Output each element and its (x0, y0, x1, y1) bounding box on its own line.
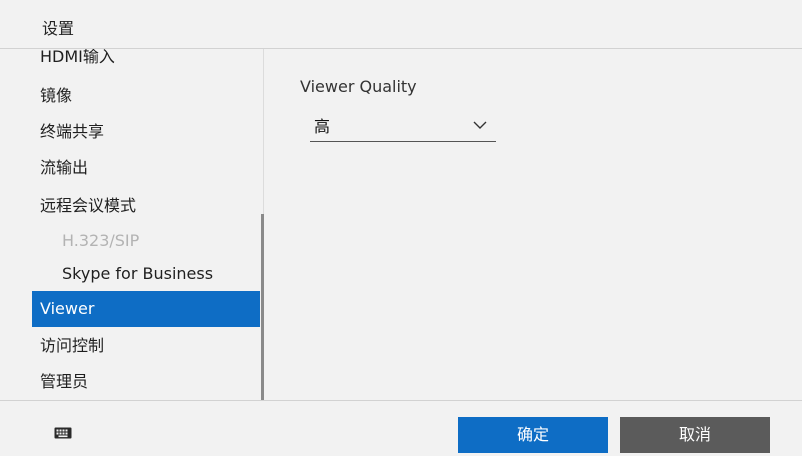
sidebar-item-h323-sip: H.323/SIP (62, 231, 140, 250)
chevron-down-icon (472, 115, 488, 135)
viewer-settings-panel: Viewer Quality 高 (300, 49, 780, 400)
sidebar-item-skype-for-business[interactable]: Skype for Business (32, 256, 260, 292)
sidebar-item-administrator[interactable]: 管理员 (32, 364, 260, 400)
sidebar-item-remote-meeting-mode[interactable]: 远程会议模式 (32, 188, 260, 224)
sidebar-item-viewer[interactable]: Viewer (32, 291, 260, 327)
sidebar-item-mirroring[interactable]: 镜像 (32, 78, 260, 114)
sidebar-item-terminal-sharing[interactable]: 终端共享 (32, 114, 260, 150)
keyboard-icon[interactable] (54, 425, 72, 439)
sidebar-item-access-control[interactable]: 访问控制 (32, 328, 260, 364)
viewer-quality-label: Viewer Quality (300, 77, 417, 96)
cancel-button[interactable]: 取消 (620, 417, 770, 453)
window-title: 设置 (42, 19, 75, 38)
viewer-quality-dropdown[interactable]: 高 (310, 115, 496, 142)
footer-bar: 确定 取消 (0, 400, 802, 456)
settings-window: 设置 HDMI输入 镜像 终端共享 流输出 远程会议模式 H.323/SIP S… (0, 0, 802, 456)
viewer-quality-value: 高 (314, 117, 331, 136)
sidebar-scrollbar[interactable] (261, 214, 264, 404)
settings-body: HDMI输入 镜像 终端共享 流输出 远程会议模式 H.323/SIP Skyp… (0, 49, 802, 404)
title-bar: 设置 (0, 0, 802, 49)
sidebar: HDMI输入 镜像 终端共享 流输出 远程会议模式 H.323/SIP Skyp… (32, 49, 262, 400)
ok-button[interactable]: 确定 (458, 417, 608, 453)
sidebar-item-stream-output[interactable]: 流输出 (32, 150, 260, 186)
sidebar-item-hdmi-input[interactable]: HDMI输入 (32, 49, 260, 75)
